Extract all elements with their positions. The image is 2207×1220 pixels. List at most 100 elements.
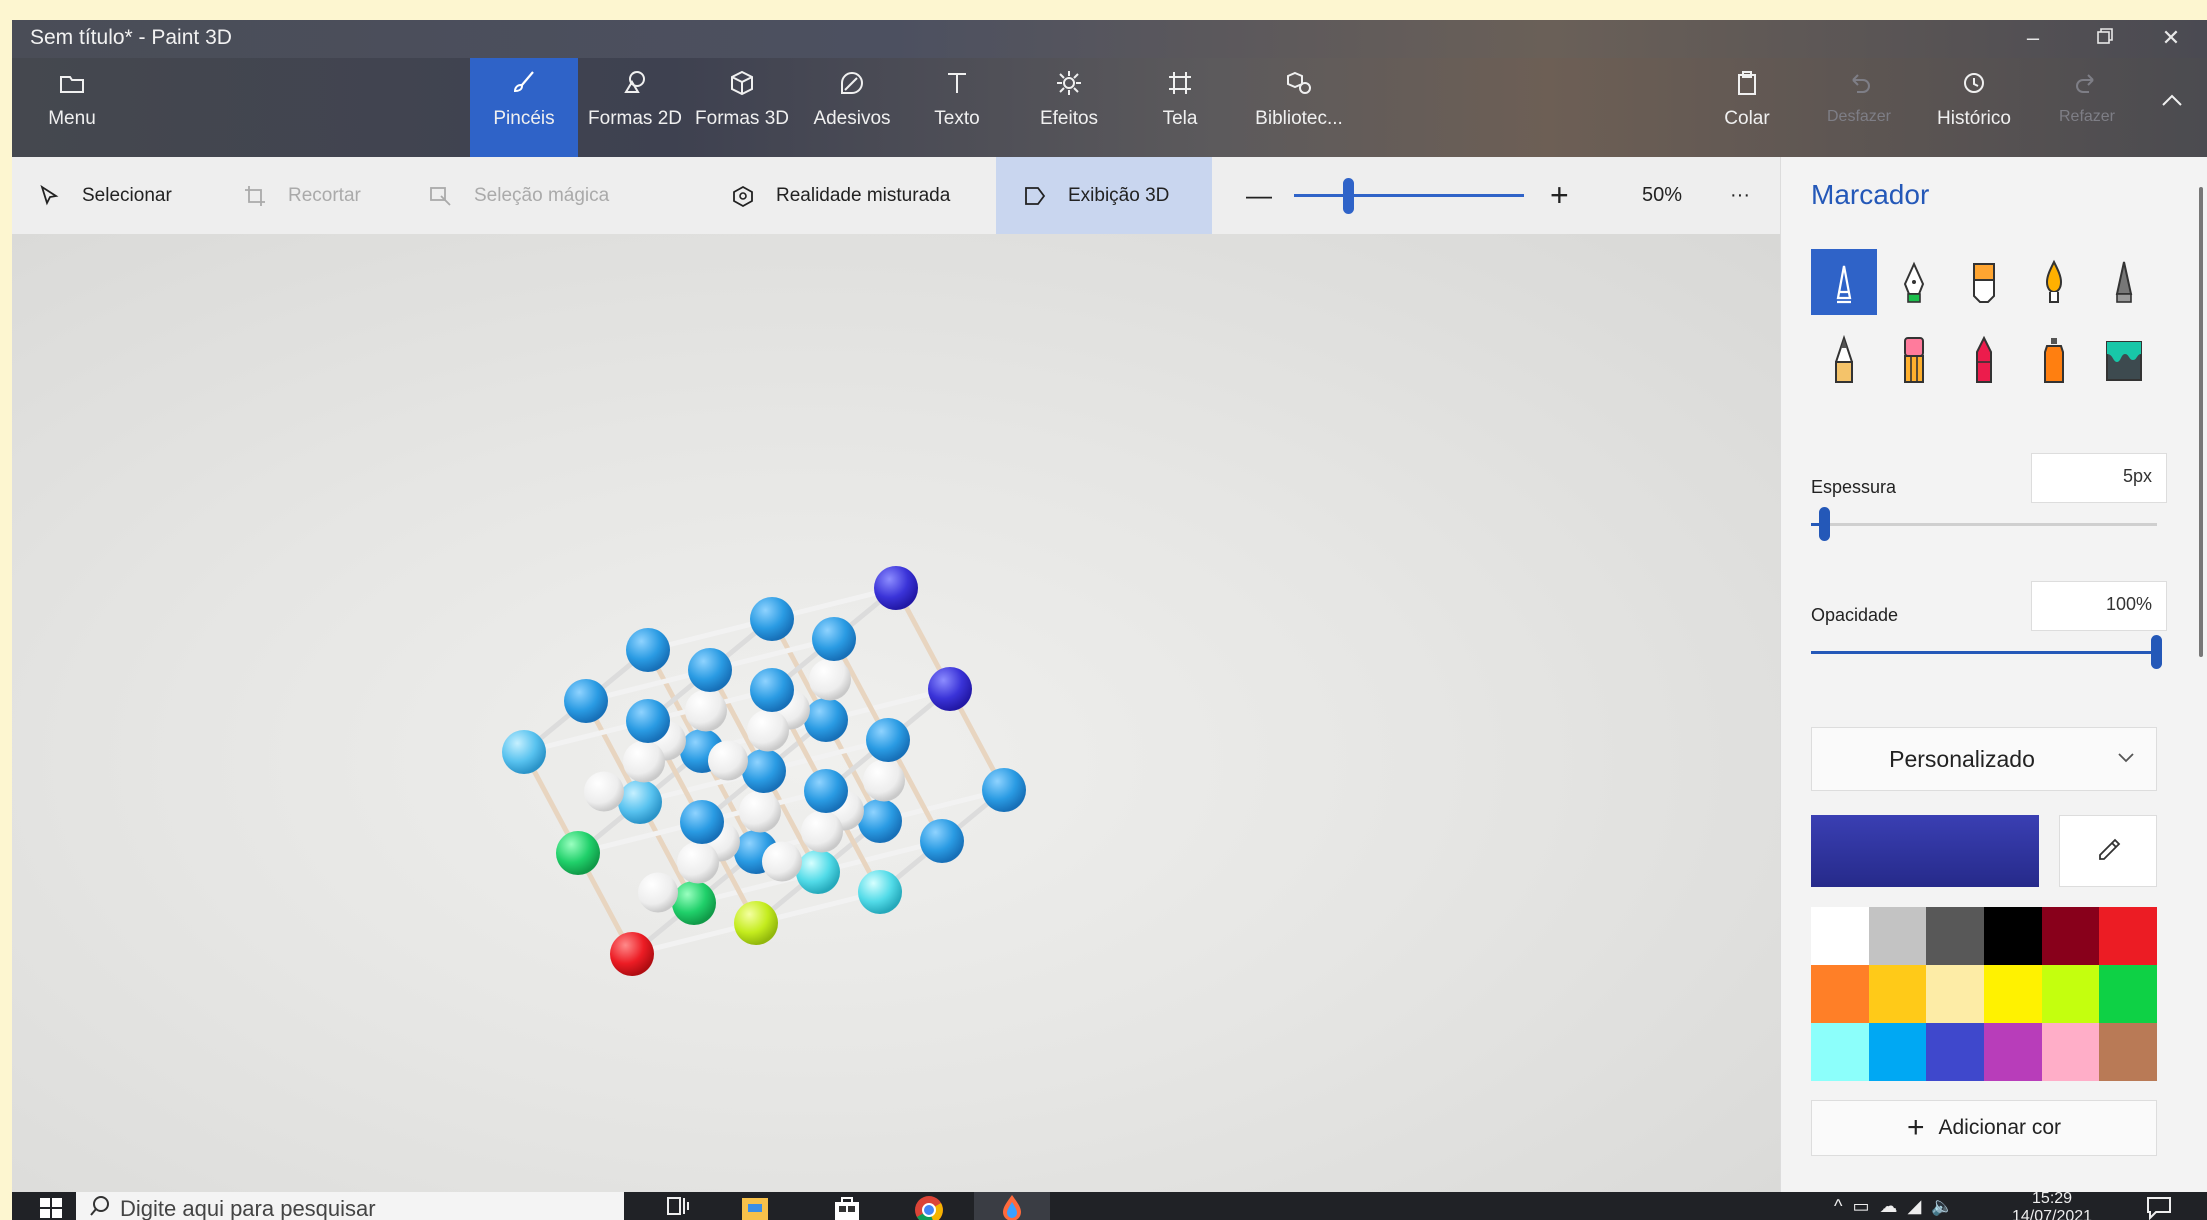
windows-start-icon[interactable] <box>38 1194 64 1220</box>
lattice-atom[interactable] <box>610 932 654 976</box>
lattice-atom[interactable] <box>564 679 608 723</box>
collapse-ribbon-button[interactable] <box>2142 58 2202 157</box>
tab-shapes-3d[interactable]: Formas 3D <box>692 58 792 157</box>
palette-swatch[interactable] <box>2041 965 2100 1023</box>
lattice-atom[interactable] <box>796 850 840 894</box>
system-tray[interactable]: ^▭☁◢🔈 <box>1834 1196 1964 1217</box>
spray-can-brush[interactable] <box>2021 327 2087 393</box>
menu-button[interactable]: Menu <box>22 58 122 157</box>
lattice-atom[interactable] <box>739 790 781 833</box>
current-color-swatch[interactable] <box>1811 815 2039 887</box>
chrome-icon[interactable] <box>912 1194 946 1220</box>
lattice-atom[interactable] <box>858 870 902 914</box>
taskbar-search[interactable]: Digite aqui para pesquisar <box>76 1192 624 1220</box>
color-mode-dropdown[interactable]: Personalizado <box>1811 727 2157 791</box>
calligraphy-pen-brush[interactable] <box>1881 249 1947 315</box>
lattice-atom[interactable] <box>812 617 856 661</box>
file-explorer-icon[interactable] <box>738 1194 772 1220</box>
lattice-atom[interactable] <box>708 740 748 781</box>
lattice-atom[interactable] <box>801 810 843 853</box>
task-view-icon[interactable] <box>664 1194 698 1220</box>
lattice-atom[interactable] <box>762 841 802 882</box>
lattice-atom[interactable] <box>866 718 910 762</box>
crop-button[interactable]: Recortar <box>242 157 361 234</box>
thickness-slider[interactable] <box>1811 523 2157 526</box>
redo-button[interactable]: Refazer <box>2042 58 2132 157</box>
zoom-out-button[interactable]: — <box>1246 157 1272 234</box>
tab-stickers[interactable]: Adesivos <box>802 58 902 157</box>
palette-swatch[interactable] <box>1984 1023 2042 1081</box>
palette-swatch[interactable] <box>1811 907 1869 965</box>
thickness-slider-thumb[interactable] <box>1818 507 1830 541</box>
mixed-reality-button[interactable]: Realidade misturada <box>730 157 950 234</box>
lattice-atom[interactable] <box>747 709 789 752</box>
lattice-atom[interactable] <box>672 881 716 925</box>
lattice-atom[interactable] <box>626 699 670 743</box>
zoom-in-button[interactable]: + <box>1550 157 1569 234</box>
panel-scrollbar[interactable] <box>2199 187 2203 657</box>
lattice-atom[interactable] <box>928 667 972 711</box>
add-color-button[interactable]: + Adicionar cor <box>1811 1100 2157 1156</box>
pencil-brush[interactable] <box>1811 327 1877 393</box>
paste-button[interactable]: Colar <box>1712 58 1782 157</box>
more-options-button[interactable]: ··· <box>1730 157 1750 234</box>
palette-swatch[interactable] <box>2099 1023 2157 1081</box>
tab-library[interactable]: Bibliotec... <box>1244 58 1354 157</box>
tab-text[interactable]: Texto <box>917 58 997 157</box>
palette-swatch[interactable] <box>1868 1023 1927 1081</box>
lattice-atom[interactable] <box>863 759 905 802</box>
palette-swatch[interactable] <box>1926 907 1984 965</box>
palette-swatch[interactable] <box>2041 907 2100 965</box>
tab-canvas[interactable]: Tela <box>1140 58 1220 157</box>
restore-icon[interactable] <box>2074 20 2136 58</box>
lattice-atom[interactable] <box>626 628 670 672</box>
thickness-input[interactable]: 5px <box>2031 453 2167 503</box>
lattice-atom[interactable] <box>804 769 848 813</box>
pixel-pen-brush[interactable] <box>2091 249 2157 315</box>
lattice-atom[interactable] <box>734 901 778 945</box>
tab-effects[interactable]: Efeitos <box>1024 58 1114 157</box>
lattice-atom[interactable] <box>623 740 665 783</box>
select-button[interactable]: Selecionar <box>36 157 172 234</box>
lattice-atom[interactable] <box>618 780 662 824</box>
lattice-atom[interactable] <box>638 872 678 913</box>
crystal-lattice-model[interactable] <box>12 234 1780 1192</box>
marker-brush[interactable] <box>1811 249 1877 315</box>
oil-brush[interactable] <box>1951 249 2017 315</box>
paint3d-taskbar-icon[interactable] <box>974 1192 1050 1220</box>
palette-swatch[interactable] <box>1984 907 2042 965</box>
lattice-atom[interactable] <box>750 597 794 641</box>
eyedropper-button[interactable] <box>2059 815 2157 887</box>
tab-shapes-2d[interactable]: Formas 2D <box>585 58 685 157</box>
lattice-atom[interactable] <box>920 819 964 863</box>
watercolor-brush[interactable] <box>2021 249 2087 315</box>
minimize-icon[interactable]: – <box>2002 20 2064 58</box>
zoom-slider-thumb[interactable] <box>1343 178 1354 214</box>
palette-swatch[interactable] <box>1926 1023 1984 1081</box>
notifications-icon[interactable] <box>2144 1194 2178 1220</box>
lattice-atom[interactable] <box>685 689 727 732</box>
lattice-atom[interactable] <box>502 730 546 774</box>
palette-swatch[interactable] <box>1811 1023 1869 1081</box>
zoom-slider[interactable] <box>1294 194 1524 197</box>
lattice-atom[interactable] <box>742 749 786 793</box>
palette-swatch[interactable] <box>1984 965 2042 1023</box>
palette-swatch[interactable] <box>2041 1023 2100 1081</box>
crayon-brush[interactable] <box>1951 327 2017 393</box>
view-3d-button[interactable]: Exibição 3D <box>996 157 1212 234</box>
opacity-input[interactable]: 100% <box>2031 581 2167 631</box>
lattice-atom[interactable] <box>556 831 600 875</box>
opacity-slider-thumb[interactable] <box>2151 635 2162 669</box>
lattice-atom[interactable] <box>584 771 624 812</box>
palette-swatch[interactable] <box>1811 965 1869 1023</box>
palette-swatch[interactable] <box>1926 965 1984 1023</box>
chevron-up-icon[interactable]: ^ <box>1834 1196 1852 1216</box>
history-button[interactable]: Histórico <box>1924 58 2024 157</box>
close-icon[interactable]: ✕ <box>2140 20 2202 58</box>
lattice-atom[interactable] <box>677 841 719 884</box>
fill-brush[interactable] <box>2091 327 2157 393</box>
taskbar-clock[interactable]: 15:29 14/07/2021 <box>2012 1192 2092 1220</box>
palette-swatch[interactable] <box>2099 907 2157 965</box>
undo-button[interactable]: Desfazer <box>1814 58 1904 157</box>
canvas[interactable] <box>12 234 1780 1192</box>
